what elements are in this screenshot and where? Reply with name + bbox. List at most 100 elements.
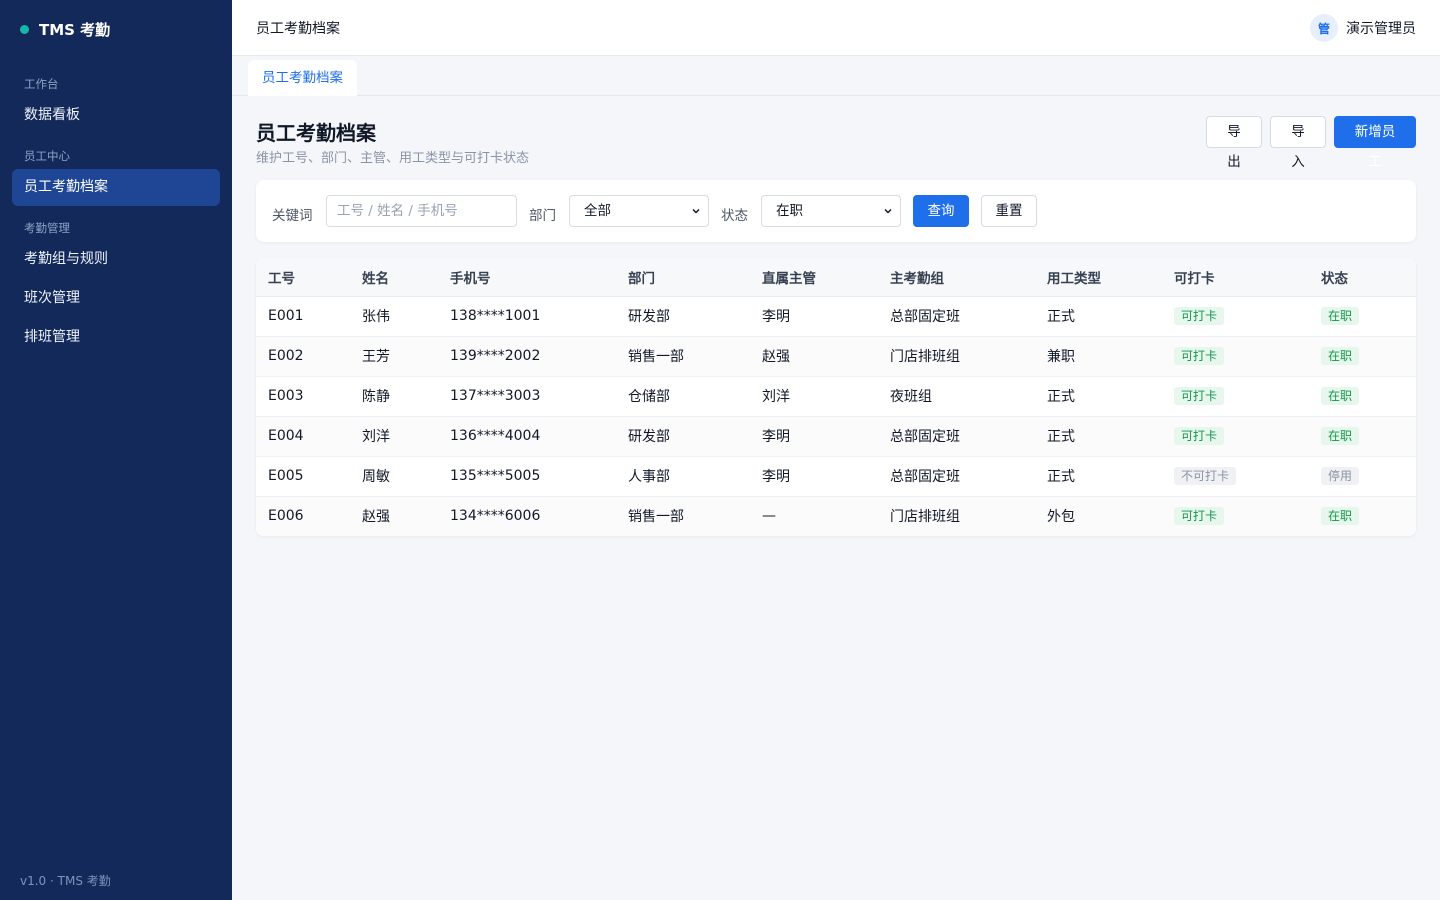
cell-id: E002 — [256, 336, 350, 377]
sidebar: TMS 考勤 工作台 数据看板 员工中心 员工考勤档案 考勤管理 考勤组与规则 … — [0, 0, 232, 900]
cell-phone: 137****3003 — [438, 376, 616, 417]
keyword-label: 关键词 — [272, 208, 313, 224]
nav-group-employee: 员工中心 — [24, 149, 70, 163]
user-menu[interactable]: 管 演示管理员 — [1310, 14, 1416, 42]
cell-id: E006 — [256, 496, 350, 536]
clock-badge: 可打卡 — [1174, 347, 1225, 365]
cell-id: E004 — [256, 416, 350, 457]
brand-name: TMS 考勤 — [39, 20, 111, 39]
cell-manager: 刘洋 — [750, 376, 878, 417]
cell-type: 正式 — [1035, 416, 1162, 457]
keyword-input[interactable]: 工号 / 姓名 / 手机号 — [326, 195, 517, 227]
cell-phone: 139****2002 — [438, 336, 616, 377]
table-row[interactable]: E002 王芳 139****2002 销售一部 赵强 门店排班组 兼职 可打卡… — [256, 336, 1416, 377]
cell-group: 夜班组 — [878, 376, 1035, 417]
cell-group: 总部固定班 — [878, 456, 1035, 497]
cell-manager: 李明 — [750, 456, 878, 497]
table-row[interactable]: E001 张伟 138****1001 研发部 李明 总部固定班 正式 可打卡 … — [256, 296, 1416, 337]
page-subtitle: 维护工号、部门、主管、用工类型与可打卡状态 — [256, 151, 530, 166]
page-title: 员工考勤档案 — [256, 121, 376, 145]
cell-type: 正式 — [1035, 456, 1162, 497]
import-button[interactable]: 导入 — [1270, 116, 1326, 170]
tab-bar: 员工考勤档案 — [232, 56, 1440, 96]
version-label: v1.0 · TMS 考勤 — [20, 874, 111, 888]
filter-panel: 关键词 工号 / 姓名 / 手机号 部门 全部 状态 在职 查询 重置 — [256, 180, 1416, 242]
sidebar-item-scheduling[interactable]: 排班管理 — [12, 319, 220, 356]
col-header-status: 状态 — [1309, 258, 1416, 297]
status-select[interactable]: 在职 — [761, 195, 901, 227]
cell-dept: 研发部 — [616, 416, 750, 457]
user-name: 演示管理员 — [1346, 21, 1416, 37]
clock-badge: 可打卡 — [1174, 427, 1225, 445]
query-button[interactable]: 查询 — [913, 195, 969, 227]
add-employee-button[interactable]: 新增员工 — [1334, 116, 1416, 170]
nav-group-workbench: 工作台 — [24, 77, 59, 91]
cell-phone: 134****6006 — [438, 496, 616, 536]
cell-group: 门店排班组 — [878, 496, 1035, 536]
reset-button[interactable]: 重置 — [981, 195, 1037, 227]
col-header-id: 工号 — [256, 258, 350, 297]
header-title: 员工考勤档案 — [256, 21, 340, 37]
nav-group-attendance: 考勤管理 — [24, 221, 70, 235]
col-header-manager: 直属主管 — [750, 258, 878, 297]
cell-phone: 138****1001 — [438, 296, 616, 337]
cell-type: 外包 — [1035, 496, 1162, 536]
col-header-group: 主考勤组 — [878, 258, 1035, 297]
status-badge: 停用 — [1321, 467, 1360, 485]
col-header-type: 用工类型 — [1035, 258, 1162, 297]
cell-group: 门店排班组 — [878, 336, 1035, 377]
cell-id: E001 — [256, 296, 350, 337]
table-row[interactable]: E004 刘洋 136****4004 研发部 李明 总部固定班 正式 可打卡 … — [256, 416, 1416, 457]
cell-name: 赵强 — [350, 496, 438, 536]
tab-employee-profile[interactable]: 员工考勤档案 — [248, 60, 357, 96]
chevron-down-icon — [692, 208, 700, 214]
cell-type: 兼职 — [1035, 336, 1162, 377]
cell-id: E005 — [256, 456, 350, 497]
avatar: 管 — [1310, 14, 1338, 42]
clock-badge: 可打卡 — [1174, 507, 1225, 526]
table-row[interactable]: E003 陈静 137****3003 仓储部 刘洋 夜班组 正式 可打卡 在职 — [256, 376, 1416, 417]
status-select-value: 在职 — [776, 203, 803, 219]
dept-select-value: 全部 — [584, 203, 611, 219]
table-row[interactable]: E006 赵强 134****6006 销售一部 — 门店排班组 外包 可打卡 … — [256, 496, 1416, 536]
sidebar-item-employee-profile[interactable]: 员工考勤档案 — [12, 169, 220, 206]
keyword-placeholder: 工号 / 姓名 / 手机号 — [337, 203, 458, 219]
table-header-row: 工号 姓名 手机号 部门 直属主管 主考勤组 用工类型 可打卡 状态 — [256, 258, 1416, 297]
dept-select[interactable]: 全部 — [569, 195, 709, 227]
export-button[interactable]: 导出 — [1206, 116, 1262, 170]
cell-dept: 人事部 — [616, 456, 750, 497]
cell-id: E003 — [256, 376, 350, 417]
table-row[interactable]: E005 周敏 135****5005 人事部 李明 总部固定班 正式 不可打卡… — [256, 456, 1416, 497]
status-badge: 在职 — [1321, 387, 1360, 405]
chevron-down-icon — [884, 208, 892, 214]
brand-dot-icon — [20, 24, 29, 34]
clock-badge: 不可打卡 — [1174, 467, 1237, 485]
cell-dept: 研发部 — [616, 296, 750, 337]
cell-manager: — — [750, 496, 878, 536]
brand[interactable]: TMS 考勤 — [20, 18, 110, 40]
cell-type: 正式 — [1035, 376, 1162, 417]
col-header-dept: 部门 — [616, 258, 750, 297]
cell-name: 陈静 — [350, 376, 438, 417]
cell-manager: 赵强 — [750, 336, 878, 377]
cell-dept: 销售一部 — [616, 496, 750, 536]
sidebar-item-dashboard[interactable]: 数据看板 — [12, 97, 220, 134]
employee-table-card: 工号 姓名 手机号 部门 直属主管 主考勤组 用工类型 可打卡 状态 E001 … — [256, 258, 1416, 536]
cell-group: 总部固定班 — [878, 416, 1035, 457]
sidebar-item-shifts[interactable]: 班次管理 — [12, 280, 220, 317]
cell-name: 王芳 — [350, 336, 438, 377]
top-header: 员工考勤档案 管 演示管理员 — [232, 0, 1440, 56]
sidebar-item-attendance-groups[interactable]: 考勤组与规则 — [12, 241, 220, 278]
cell-name: 张伟 — [350, 296, 438, 337]
status-badge: 在职 — [1321, 427, 1360, 445]
employee-table: 工号 姓名 手机号 部门 直属主管 主考勤组 用工类型 可打卡 状态 E001 … — [256, 258, 1416, 536]
status-badge: 在职 — [1321, 347, 1360, 365]
cell-group: 总部固定班 — [878, 296, 1035, 337]
dept-label: 部门 — [529, 208, 556, 224]
cell-manager: 李明 — [750, 416, 878, 457]
cell-name: 刘洋 — [350, 416, 438, 457]
cell-phone: 135****5005 — [438, 456, 616, 497]
cell-manager: 李明 — [750, 296, 878, 337]
cell-phone: 136****4004 — [438, 416, 616, 457]
cell-type: 正式 — [1035, 296, 1162, 337]
